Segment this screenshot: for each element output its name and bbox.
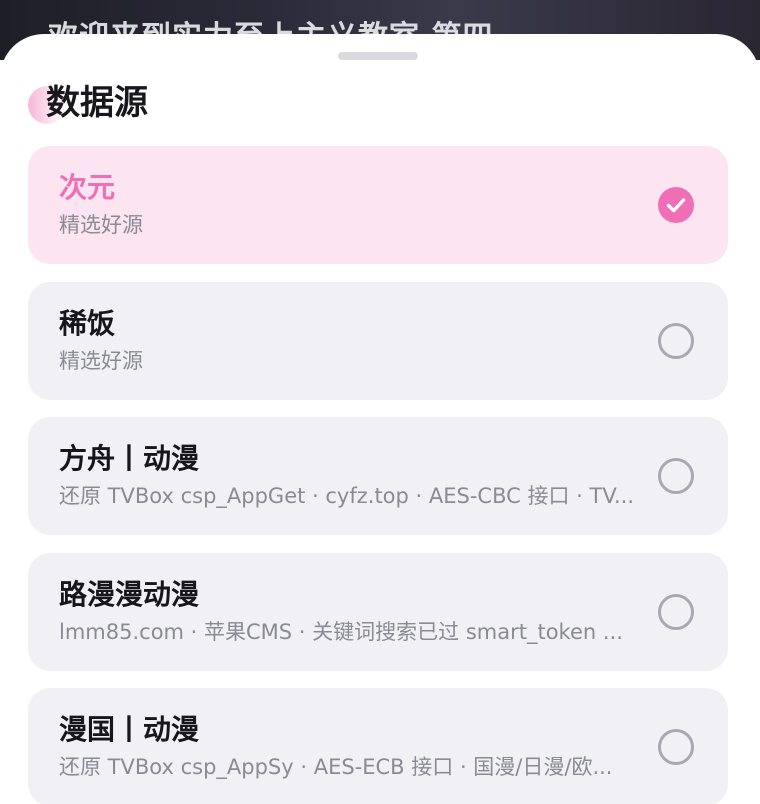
source-list: 次元 精选好源 稀饭 精选好源 方舟丨动漫 还原 TVBox csp_AppGe… xyxy=(28,146,728,804)
source-item-manguo[interactable]: 漫国丨动漫 还原 TVBox csp_AppSy · AES-ECB 接口 · … xyxy=(28,688,728,804)
source-description: 还原 TVBox csp_AppSy · AES-ECB 接口 · 国漫/日漫/… xyxy=(59,755,613,779)
source-description: 精选好源 xyxy=(59,213,143,237)
source-description: lmm85.com · 苹果CMS · 关键词搜索已过 smart_token … xyxy=(59,619,623,644)
radio-empty-icon[interactable] xyxy=(658,322,694,359)
section-title: 数据源 xyxy=(46,83,148,123)
check-circle-icon[interactable] xyxy=(658,187,694,223)
drag-handle[interactable] xyxy=(338,52,418,60)
source-name: 方舟丨动漫 xyxy=(59,442,200,475)
source-item-lumanman[interactable]: 路漫漫动漫 lmm85.com · 苹果CMS · 关键词搜索已过 smart_… xyxy=(28,552,728,671)
radio-empty-icon[interactable] xyxy=(658,593,694,630)
source-item-fangzhou[interactable]: 方舟丨动漫 还原 TVBox csp_AppGet · cyfz.top · A… xyxy=(28,417,728,535)
source-name: 稀饭 xyxy=(59,306,116,340)
data-source-bottom-sheet: 数据源 次元 精选好源 稀饭 精选好源 方舟丨动漫 还原 TVBox csp_A… xyxy=(0,34,760,804)
source-description: 精选好源 xyxy=(59,348,143,373)
section-header: 数据源 xyxy=(28,80,148,126)
source-name: 次元 xyxy=(59,171,116,204)
radio-empty-icon[interactable] xyxy=(658,458,694,494)
source-name: 路漫漫动漫 xyxy=(59,577,200,611)
source-item-ciyuan[interactable]: 次元 精选好源 xyxy=(28,146,728,264)
source-item-xifan[interactable]: 稀饭 精选好源 xyxy=(28,281,728,400)
radio-empty-icon[interactable] xyxy=(658,729,694,765)
source-description: 还原 TVBox csp_AppGet · cyfz.top · AES-CBC… xyxy=(59,484,634,508)
source-name: 漫国丨动漫 xyxy=(59,713,200,746)
